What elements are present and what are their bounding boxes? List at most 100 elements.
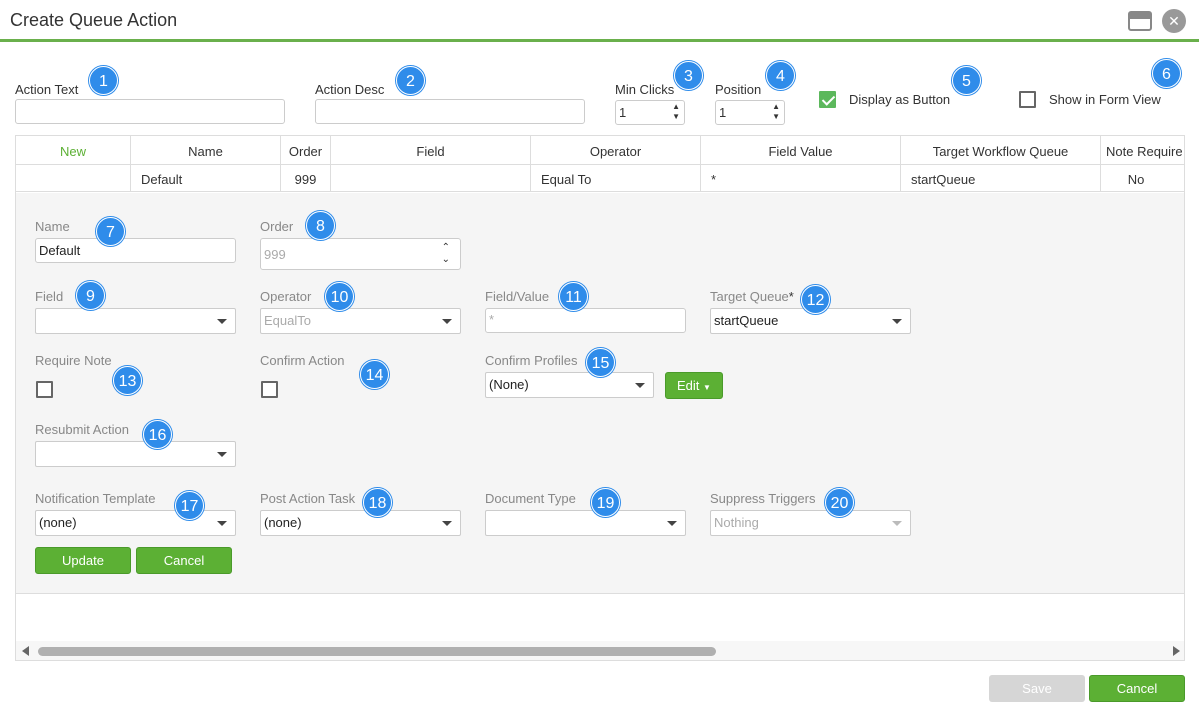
resubmit-action-label: Resubmit Action bbox=[35, 422, 129, 437]
min-clicks-stepper[interactable]: 1 ▲ ▼ bbox=[615, 100, 685, 125]
field-value-label: Field/Value bbox=[485, 289, 550, 304]
column-header-field-value[interactable]: Field Value bbox=[701, 136, 901, 164]
post-action-task-dropdown[interactable]: (none) bbox=[260, 510, 461, 536]
action-text-label: Action Text bbox=[15, 82, 79, 97]
maximize-icon[interactable] bbox=[1128, 11, 1152, 31]
field-dropdown[interactable] bbox=[35, 308, 236, 334]
suppress-triggers-dropdown-value: Nothing bbox=[714, 515, 759, 530]
action-text-input[interactable] bbox=[15, 99, 285, 124]
post-action-task-dropdown-value: (none) bbox=[264, 515, 302, 530]
row-cell-target-queue: startQueue bbox=[901, 165, 1101, 191]
display-as-button-checkbox[interactable] bbox=[819, 91, 836, 108]
chevron-down-icon bbox=[442, 521, 452, 526]
scroll-right-icon[interactable] bbox=[1173, 646, 1180, 656]
required-marker: * bbox=[788, 289, 794, 304]
badge-3: 3 bbox=[674, 61, 703, 90]
edit-profiles-button[interactable]: Edit ▼ bbox=[665, 372, 723, 399]
display-as-button-label: Display as Button bbox=[849, 92, 951, 107]
scrollbar-thumb[interactable] bbox=[38, 647, 716, 656]
badge-9: 9 bbox=[76, 281, 105, 310]
update-button[interactable]: Update bbox=[35, 547, 131, 574]
position-value: 1 bbox=[719, 105, 727, 120]
badge-8: 8 bbox=[306, 211, 335, 240]
confirm-profiles-label: Confirm Profiles bbox=[485, 353, 578, 368]
row-cell-name: Default bbox=[131, 165, 281, 191]
badge-19: 19 bbox=[591, 488, 620, 517]
chevron-down-icon bbox=[667, 521, 677, 526]
badge-10: 10 bbox=[325, 282, 354, 311]
chevron-down-icon bbox=[442, 319, 452, 324]
close-icon[interactable]: ✕ bbox=[1162, 9, 1186, 33]
field-label: Field bbox=[35, 289, 64, 304]
badge-16: 16 bbox=[143, 420, 172, 449]
column-header-operator[interactable]: Operator bbox=[531, 136, 701, 164]
require-note-label: Require Note bbox=[35, 353, 112, 368]
notification-template-label: Notification Template bbox=[35, 491, 156, 506]
badge-1: 1 bbox=[89, 66, 118, 95]
confirm-action-label: Confirm Action bbox=[260, 353, 345, 368]
action-desc-input[interactable] bbox=[315, 99, 585, 124]
row-cell-operator: Equal To bbox=[531, 165, 701, 191]
badge-4: 4 bbox=[766, 61, 795, 90]
badge-17: 17 bbox=[175, 491, 204, 520]
order-stepper[interactable]: 999 ⌃ ⌄ bbox=[260, 238, 461, 270]
chevron-down-icon bbox=[217, 319, 227, 324]
column-header-note-required[interactable]: Note Require bbox=[1101, 136, 1184, 164]
caret-down-icon: ▼ bbox=[703, 383, 711, 392]
confirm-action-checkbox[interactable] bbox=[261, 381, 278, 398]
action-desc-label: Action Desc bbox=[315, 82, 385, 97]
chevron-down-icon bbox=[217, 521, 227, 526]
title-bar bbox=[0, 0, 1199, 42]
chevron-down-icon bbox=[635, 383, 645, 388]
column-header-target-workflow-queue[interactable]: Target Workflow Queue bbox=[901, 136, 1101, 164]
post-action-task-label: Post Action Task bbox=[260, 491, 356, 506]
stepper-arrows-icon[interactable]: ▲ ▼ bbox=[772, 102, 780, 122]
badge-18: 18 bbox=[363, 488, 392, 517]
confirm-profiles-dropdown-value: (None) bbox=[489, 377, 529, 392]
confirm-profiles-dropdown[interactable]: (None) bbox=[485, 372, 654, 398]
scroll-left-icon[interactable] bbox=[22, 646, 29, 656]
cancel-edit-button[interactable]: Cancel bbox=[136, 547, 232, 574]
operator-label: Operator bbox=[260, 289, 312, 304]
stepper-arrows-icon[interactable]: ▲ ▼ bbox=[672, 102, 680, 122]
document-type-label: Document Type bbox=[485, 491, 576, 506]
document-type-dropdown[interactable] bbox=[485, 510, 686, 536]
row-cell-field bbox=[331, 165, 531, 191]
show-in-form-view-checkbox[interactable] bbox=[1019, 91, 1036, 108]
badge-6: 6 bbox=[1152, 59, 1181, 88]
edit-button-label: Edit bbox=[677, 378, 700, 393]
min-clicks-label: Min Clicks bbox=[615, 82, 675, 97]
target-queue-label-text: Target Queue bbox=[710, 289, 789, 304]
name-input[interactable]: Default bbox=[35, 238, 236, 263]
target-queue-label: Target Queue* bbox=[710, 289, 794, 304]
min-clicks-value: 1 bbox=[619, 105, 627, 120]
column-header-field[interactable]: Field bbox=[331, 136, 531, 164]
chevron-down-icon bbox=[892, 319, 902, 324]
table-row[interactable]: Default 999 Equal To * startQueue No bbox=[16, 165, 1184, 192]
horizontal-scrollbar[interactable] bbox=[16, 641, 1184, 660]
position-stepper[interactable]: 1 ▲ ▼ bbox=[715, 100, 785, 125]
cancel-button[interactable]: Cancel bbox=[1089, 675, 1185, 702]
badge-12: 12 bbox=[801, 285, 830, 314]
column-header-order[interactable]: Order bbox=[281, 136, 331, 164]
column-header-name[interactable]: Name bbox=[131, 136, 281, 164]
operator-dropdown[interactable]: EqualTo bbox=[260, 308, 461, 334]
notification-template-dropdown[interactable]: (none) bbox=[35, 510, 236, 536]
badge-7: 7 bbox=[96, 217, 125, 246]
name-label: Name bbox=[35, 219, 70, 234]
require-note-checkbox[interactable] bbox=[36, 381, 53, 398]
new-link[interactable]: New bbox=[16, 136, 131, 164]
badge-11: 11 bbox=[559, 282, 588, 311]
badge-15: 15 bbox=[586, 348, 615, 377]
actions-grid: New Name Order Field Operator Field Valu… bbox=[15, 135, 1185, 661]
field-value-input[interactable]: * bbox=[485, 308, 686, 333]
stepper-arrows-icon[interactable]: ⌃ ⌄ bbox=[442, 242, 450, 266]
badge-5: 5 bbox=[952, 66, 981, 95]
order-label: Order bbox=[260, 219, 294, 234]
position-label: Position bbox=[715, 82, 762, 97]
badge-2: 2 bbox=[396, 66, 425, 95]
resubmit-action-dropdown[interactable] bbox=[35, 441, 236, 467]
badge-13: 13 bbox=[113, 366, 142, 395]
suppress-triggers-dropdown[interactable]: Nothing bbox=[710, 510, 911, 536]
save-button[interactable]: Save bbox=[989, 675, 1085, 702]
